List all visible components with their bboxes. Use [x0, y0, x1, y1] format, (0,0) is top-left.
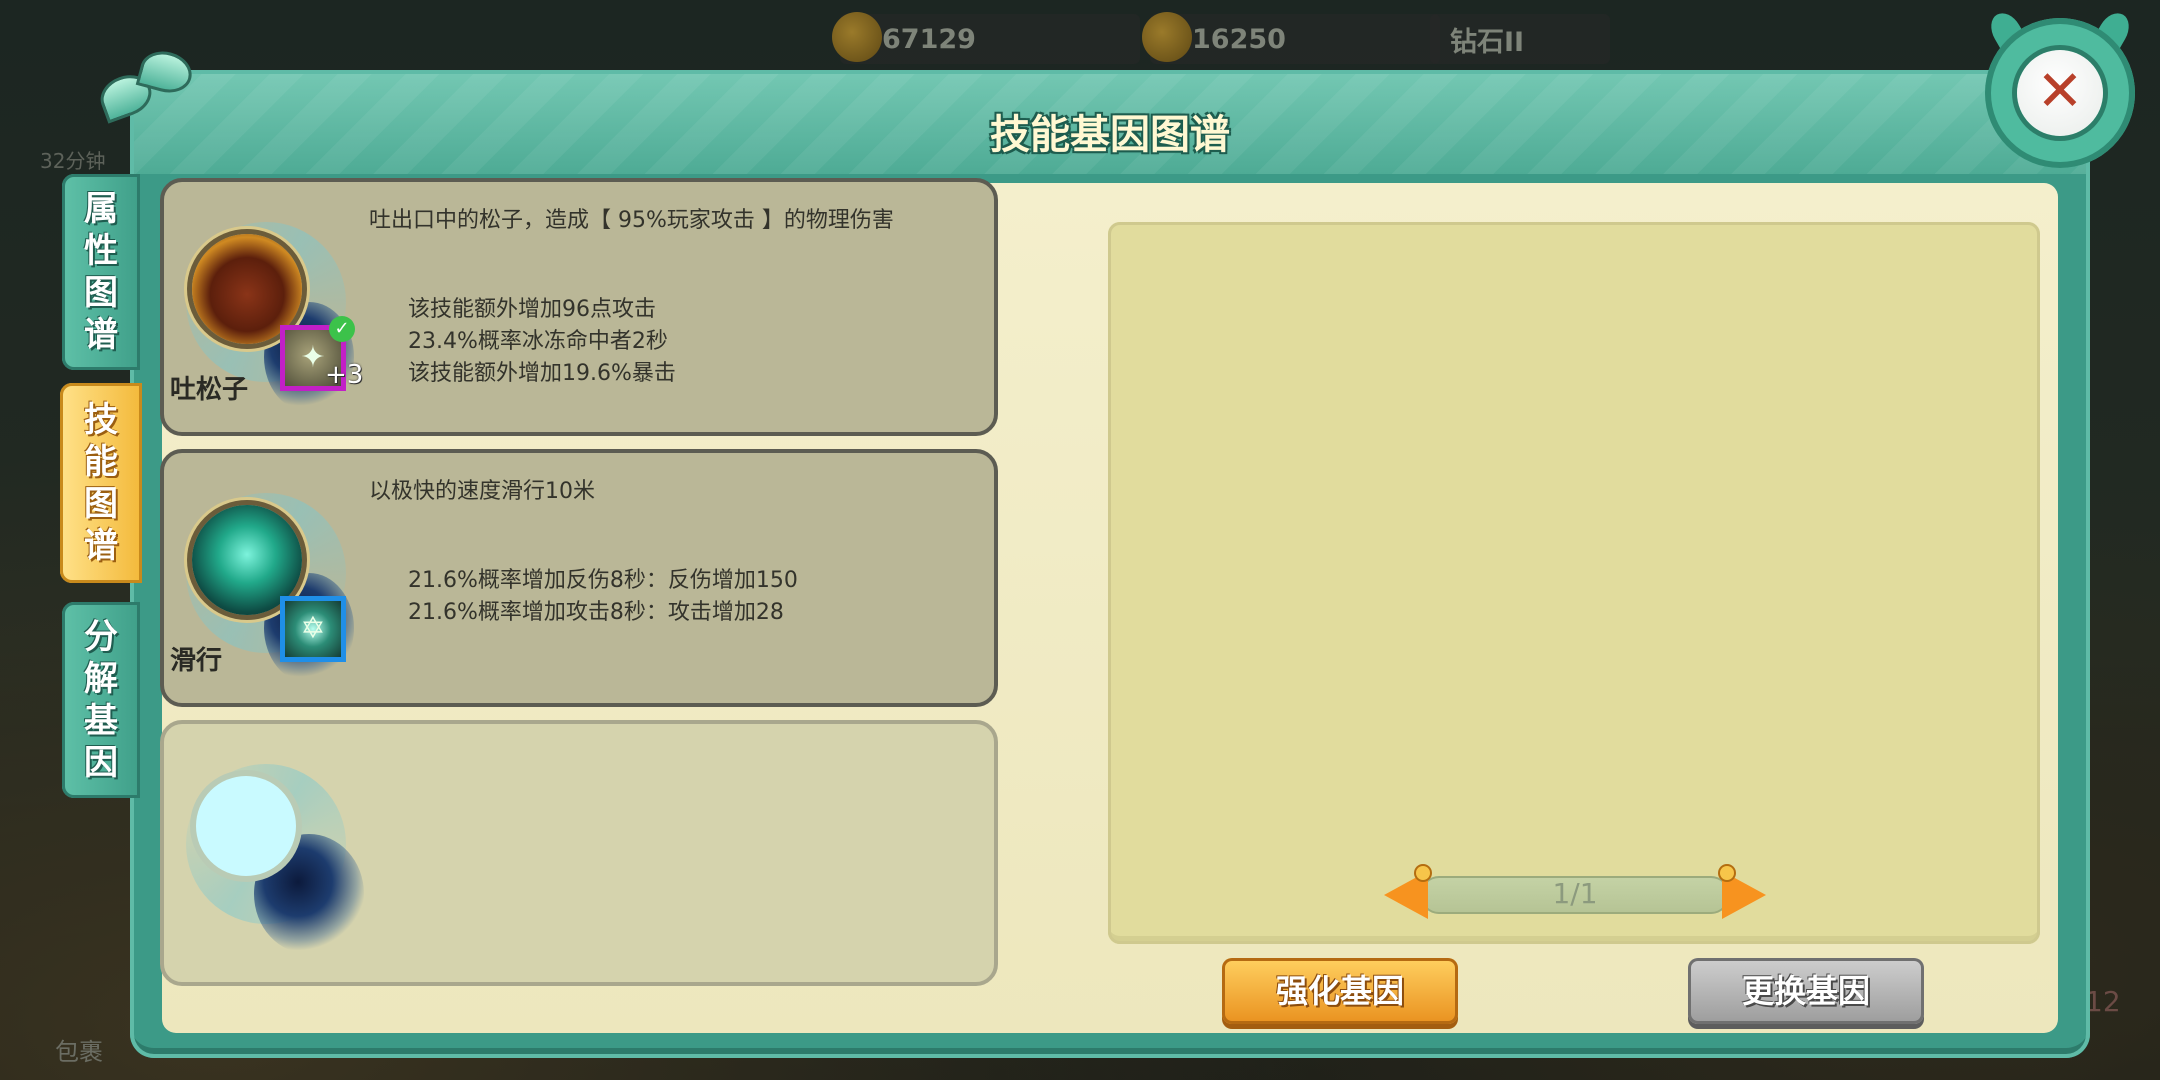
- gem-value: 16250: [1192, 23, 1286, 55]
- effect-line: 21.6%概率增加攻击8秒：攻击增加28: [408, 600, 784, 625]
- effect-line: 该技能额外增加19.6%暴击: [408, 361, 676, 386]
- background-bag-label: 包裹: [55, 1038, 103, 1066]
- gene-star-icon: ✡: [300, 611, 326, 646]
- page-title: 技能基因图谱: [990, 112, 1230, 158]
- skill-effects: 21.6%概率增加反伤8秒：反伤增加150 21.6%概率增加攻击8秒：攻击增加…: [408, 565, 798, 629]
- pager-text: 1/1: [1552, 877, 1598, 910]
- gold-coin-icon: [832, 12, 882, 62]
- skill-description: 吐出口中的松子，造成【 95%玩家攻击 】的物理伤害: [369, 208, 894, 233]
- next-page-button[interactable]: [1718, 866, 1770, 922]
- close-x-icon: ✕: [2036, 59, 2084, 124]
- effect-line: 21.6%概率增加反伤8秒：反伤增加150: [408, 568, 798, 593]
- gene-slot[interactable]: ✦ ✓ +3: [280, 316, 363, 391]
- rank-value: 钻石II: [1450, 26, 1525, 58]
- tab-decompose-gene[interactable]: 分解基因: [62, 602, 140, 798]
- background-timer: 32分钟: [40, 149, 106, 173]
- gene-detail-area: [1108, 222, 2040, 944]
- skill-effects: 该技能额外增加96点攻击 23.4%概率冰冻命中者2秒 该技能额外增加19.6%…: [408, 294, 676, 390]
- skill-card-glide[interactable]: 滑行 ✡ 以极快的速度滑行10米 21.6%概率增加反伤8秒：反伤增加150 2…: [160, 449, 998, 707]
- rank-display: 钻石II: [1430, 14, 1610, 64]
- gem-icon: [1142, 12, 1192, 62]
- skill-name: 滑行: [170, 646, 223, 676]
- empty-skill-slot-icon: [196, 776, 296, 876]
- tab-skill-map-label: 技能图谱: [84, 400, 118, 566]
- background-corner-number: 12: [2085, 985, 2121, 1018]
- gold-counter: 67129: [832, 12, 1140, 64]
- checkmark-icon: ✓: [329, 316, 355, 342]
- skill-card-empty[interactable]: [160, 720, 998, 986]
- gold-value: 67129: [882, 23, 976, 55]
- gene-level: +3: [325, 360, 364, 390]
- skill-description: 以极快的速度滑行10米: [369, 479, 595, 504]
- prev-page-button[interactable]: [1380, 866, 1432, 922]
- replace-gene-button[interactable]: 更换基因: [1688, 958, 1924, 1024]
- pager: 1/1: [1380, 866, 1770, 922]
- skill-name: 吐松子: [170, 375, 249, 405]
- tab-attribute-map-label: 属性图谱: [84, 189, 118, 355]
- effect-line: 23.4%概率冰冻命中者2秒: [408, 329, 668, 354]
- panel-header: 技能基因图谱: [134, 74, 2086, 174]
- close-button[interactable]: ✕: [1984, 7, 2136, 168]
- tab-attribute-map[interactable]: 属性图谱: [62, 174, 140, 370]
- skill-card-pine-nut[interactable]: 吐松子 ✦ ✓ +3 吐出口中的松子，造成【 95%玩家攻击 】的物理伤害 该技…: [160, 178, 998, 436]
- tab-skill-map[interactable]: 技能图谱: [60, 383, 142, 583]
- gem-counter: 16250: [1142, 12, 1440, 64]
- enhance-gene-button[interactable]: 强化基因: [1222, 958, 1458, 1024]
- leaf-decoration-icon: [94, 45, 197, 132]
- effect-line: 该技能额外增加96点攻击: [408, 297, 656, 322]
- gene-slot[interactable]: ✡: [280, 596, 346, 662]
- tab-decompose-gene-label: 分解基因: [84, 617, 118, 783]
